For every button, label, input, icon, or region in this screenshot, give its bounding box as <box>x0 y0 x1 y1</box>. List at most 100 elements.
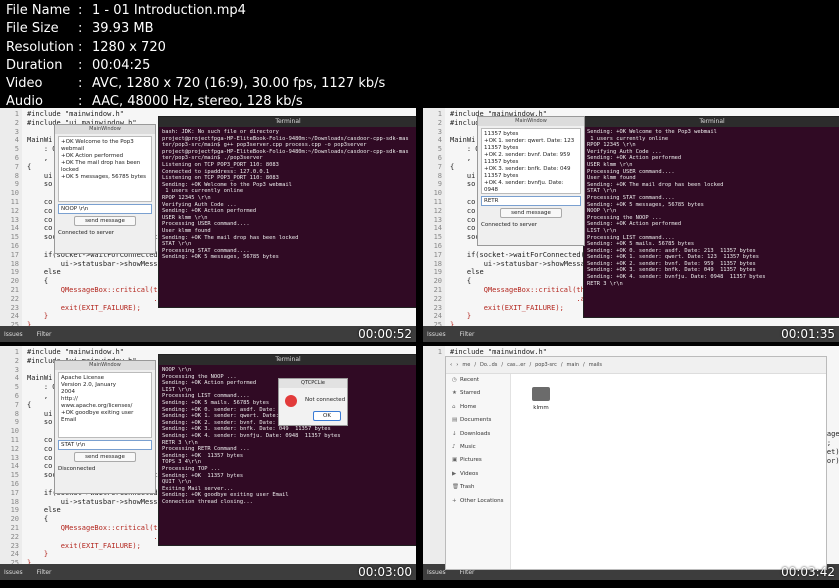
send-message-button[interactable]: send message <box>500 208 562 218</box>
terminal-line: Sending: +OK 5 mails. 56785 bytes <box>587 241 695 248</box>
terminal-output: bash: JDK: No such file or directory proj… <box>159 127 416 263</box>
sidebar-item[interactable]: ♪ Music <box>446 441 510 454</box>
sidebar-item-label: Recent <box>460 377 480 383</box>
thumbnail-4[interactable]: 1#include "mainwindow.h"IssuesFilterspla… <box>423 346 839 580</box>
sidebar-item[interactable]: ◷ Recent <box>446 374 510 387</box>
terminal-line: RETR 3 \r\n <box>162 439 198 446</box>
terminal-line: Sending: +OK Action performed <box>587 221 682 228</box>
line-number: 16 <box>433 242 442 250</box>
terminal-line: NOOP \r\n <box>587 208 617 215</box>
thumbnail-2[interactable]: 1#include "mainwindow.h"2#include "ui_ma… <box>423 108 839 342</box>
code-line: else <box>27 506 61 515</box>
folder-name[interactable]: klmm <box>526 405 556 411</box>
status-item[interactable]: Issues <box>4 569 23 576</box>
message-list[interactable]: +OK Welcome to the Pop3 webmail +OK Actio… <box>58 136 152 202</box>
sidebar-item[interactable]: ▶ Videos <box>446 468 510 481</box>
places-sidebar: ◷ Recent ★ Starred ⌂ Home ▤ Documents ↓ Downloads… <box>446 374 511 569</box>
terminal-line: Sending: +OK Action performed <box>587 155 682 162</box>
line-number: 16 <box>10 480 19 488</box>
status-item[interactable]: Filter <box>37 331 52 338</box>
line-number: 19 <box>433 268 442 277</box>
home-icon: ⌂ <box>452 403 456 410</box>
command-input[interactable]: RETR <box>481 196 581 206</box>
sidebar-item[interactable]: 🗑Trash <box>446 481 510 494</box>
music-icon: ♪ <box>452 443 456 450</box>
line-number: 18 <box>10 497 19 506</box>
line-number: 11 <box>10 198 19 206</box>
terminal-window[interactable]: Terminal Sending: +OK Welcome to the Pop3… <box>583 116 839 318</box>
terminal-line: Processing USER command.... <box>587 168 675 175</box>
dialog-title: QTCPCLie <box>279 379 347 388</box>
terminal-line: Listening on TCP POP3_PORT 110: 8083 <box>162 175 279 182</box>
sidebar-item[interactable]: ▣ Pictures <box>446 454 510 467</box>
line-number: 13 <box>433 215 442 224</box>
line-number: 17 <box>433 250 442 259</box>
breadcrumb-item[interactable]: cas...er <box>507 362 525 368</box>
sidebar-item[interactable]: ↓ Downloads <box>446 428 510 441</box>
sidebar-item[interactable]: + Other Locations <box>446 495 510 508</box>
terminal-line: USER klmm \r\n <box>587 161 633 168</box>
connection-status: Connected to server <box>481 222 538 228</box>
line-number: 22 <box>10 532 19 541</box>
terminal-line: RPOP 12345 \r\n <box>587 142 636 149</box>
qt-mainwindow[interactable]: MainWindow 11357 bytes +OK 1. sender: qwer… <box>477 116 585 246</box>
status-item[interactable]: Issues <box>427 331 446 338</box>
line-number: 18 <box>433 259 442 268</box>
line-number: 4 <box>437 136 442 145</box>
timestamp: 00:00:52 <box>358 327 412 341</box>
terminal-line: Sending: +OK 3. sender: bnfk. Date: 049 … <box>587 267 756 274</box>
trash-icon: 🗑 <box>452 484 459 491</box>
command-input[interactable]: NOOP \r\n <box>58 204 152 214</box>
code-line: so <box>450 180 476 189</box>
list-item: +OK Action performed <box>61 153 124 159</box>
sidebar-item-label: Videos <box>460 470 479 477</box>
qt-mainwindow[interactable]: MainWindow +OK Welcome to the Pop3 webmai… <box>54 124 156 254</box>
status-item[interactable]: Filter <box>37 569 52 576</box>
breadcrumb-item[interactable]: pop3-src <box>535 362 557 368</box>
terminal-line: 1 users currently online <box>587 135 669 142</box>
list-item: +OK 5 messages, 56785 bytes <box>61 174 147 180</box>
info-row: Video: AVC, 1280 x 720 (16:9), 30.00 fps,… <box>6 75 385 93</box>
line-number: 7 <box>14 162 19 171</box>
error-icon <box>285 395 297 407</box>
error-dialog[interactable]: QTCPCLie Not connected OK <box>278 378 348 426</box>
breadcrumb-item[interactable]: me <box>462 362 470 368</box>
message-list[interactable]: Apache License Version 2.0, January 2004 ht… <box>58 372 152 438</box>
sidebar-item-label: Home <box>460 403 477 410</box>
terminal-line: ter/pop3-src/main$ ./pop3server <box>162 155 263 162</box>
line-number: 24 <box>433 312 442 321</box>
message-list[interactable]: 11357 bytes +OK 1. sender: qwert. Date: 1… <box>481 128 581 194</box>
timestamp: 00:03:42 <box>781 565 835 579</box>
sidebar-item[interactable]: ⌂ Home <box>446 401 510 414</box>
terminal-title: Terminal <box>159 117 416 127</box>
sidebar-item[interactable]: ▤ Documents <box>446 414 510 427</box>
line-number: 24 <box>10 550 19 559</box>
code-line: , <box>27 392 49 400</box>
qt-mainwindow[interactable]: MainWindow Apache License Version 2.0, Jan… <box>54 360 156 494</box>
send-message-button[interactable]: send message <box>74 216 136 226</box>
terminal-window[interactable]: Terminal bash: JDK: No such file or direc… <box>158 116 416 308</box>
status-item[interactable]: Filter <box>460 331 475 338</box>
terminal-title: Terminal <box>584 117 839 127</box>
breadcrumb-item[interactable]: mails <box>589 362 602 368</box>
folder-icon[interactable] <box>532 387 550 401</box>
send-message-button[interactable]: send message <box>74 452 136 462</box>
forward-icon[interactable]: › <box>456 362 458 368</box>
sidebar-item[interactable]: ★ Starred <box>446 387 510 400</box>
ok-button[interactable]: OK <box>313 411 341 421</box>
back-icon[interactable]: ‹ <box>450 362 452 368</box>
info-value: 1280 x 720 <box>92 39 166 55</box>
command-input[interactable]: STAT \r\n <box>58 440 152 450</box>
file-manager-window[interactable]: ‹ › me / Do...ds / cas...er / pop3-src / main / mail… <box>445 356 827 570</box>
terminal-line: USER klmm \r\n <box>162 214 208 221</box>
code-line: #include "mainwindow.h" <box>27 348 124 356</box>
breadcrumb-item[interactable]: Do...ds <box>480 362 497 368</box>
thumbnail-3[interactable]: 1#include "mainwindow.h"2#include "ui_ma… <box>0 346 416 580</box>
breadcrumb-item[interactable]: main <box>567 362 580 368</box>
line-number: 9 <box>14 180 19 189</box>
terminal-line: STAT \r\n <box>162 241 192 248</box>
status-item[interactable]: Issues <box>427 569 446 576</box>
terminal-line: QUIT \r\n <box>162 479 192 486</box>
status-item[interactable]: Issues <box>4 331 23 338</box>
thumbnail-1[interactable]: 1 #include "mainwindow.h" 2 #include "ui_ma… <box>0 108 416 342</box>
